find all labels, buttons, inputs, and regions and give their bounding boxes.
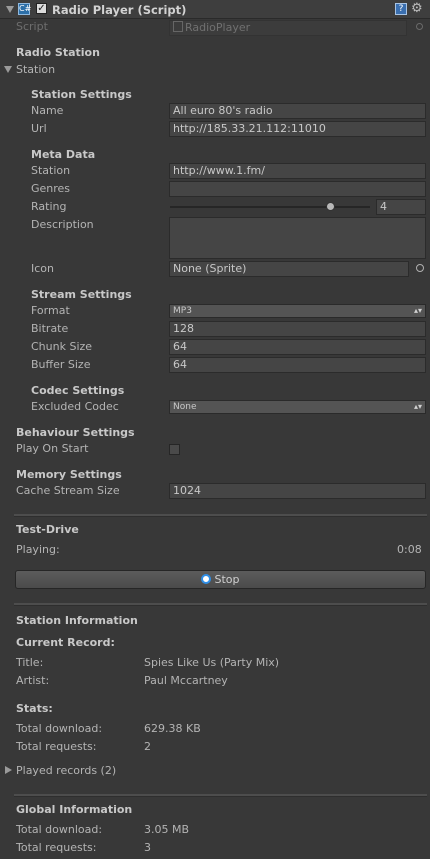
genres-label: Genres [31, 182, 71, 195]
playing-label: Playing: [16, 543, 60, 556]
played-records-foldout-icon[interactable] [5, 766, 12, 774]
script-label: Script [16, 20, 48, 33]
name-label: Name [31, 104, 64, 117]
station-url-label: Station [31, 164, 71, 177]
global-total-download-value: 3.05 MB [144, 823, 190, 836]
play-on-start-checkbox[interactable] [169, 444, 180, 455]
script-value: RadioPlayer [185, 21, 251, 34]
rating-slider-thumb[interactable] [325, 202, 335, 211]
rating-label: Rating [31, 200, 67, 213]
total-download-label: Total download: [16, 722, 103, 735]
genres-field[interactable] [169, 181, 426, 197]
behaviour-settings-heading: Behaviour Settings [16, 426, 135, 439]
title-label: Title: [16, 656, 44, 669]
stop-button-label: Stop [214, 573, 240, 586]
station-foldout-label[interactable]: Station [16, 63, 55, 76]
rating-slider-track[interactable] [170, 206, 370, 208]
global-total-download-label: Total download: [16, 823, 103, 836]
separator [14, 794, 427, 797]
artist-label: Artist: [16, 674, 50, 687]
station-foldout-arrow-icon[interactable] [4, 66, 12, 73]
cache-stream-size-field[interactable]: 1024 [169, 483, 426, 499]
component-title: Radio Player (Script) [52, 3, 187, 17]
url-field[interactable]: http://185.33.21.112:11010 [169, 121, 426, 137]
script-file-icon [173, 21, 183, 32]
test-drive-heading: Test-Drive [16, 523, 79, 536]
icon-field[interactable]: None (Sprite) [169, 261, 409, 277]
play-on-start-label: Play On Start [16, 442, 89, 455]
help-icon[interactable]: ? [395, 3, 407, 15]
bitrate-label: Bitrate [31, 322, 69, 335]
stats-label: Stats: [16, 702, 53, 715]
title-value: Spies Like Us (Party Mix) [144, 656, 280, 669]
excluded-codec-label: Excluded Codec [31, 400, 119, 413]
separator [14, 514, 427, 517]
dropdown-arrow-icon: ▴▾ [413, 306, 422, 315]
total-download-value: 629.38 KB [144, 722, 201, 735]
chunk-size-label: Chunk Size [31, 340, 93, 353]
global-total-requests-value: 3 [144, 841, 151, 854]
stop-button[interactable]: Stop [15, 570, 426, 589]
separator [14, 603, 427, 606]
gear-icon[interactable]: ⚙ [411, 1, 423, 16]
bitrate-field[interactable]: 128 [169, 321, 426, 337]
icon-picker-icon[interactable] [416, 264, 424, 272]
total-requests-label: Total requests: [16, 740, 97, 753]
played-records-foldout[interactable]: Played records (2) [16, 764, 116, 777]
codec-settings-heading: Codec Settings [31, 384, 125, 397]
global-total-requests-label: Total requests: [16, 841, 97, 854]
chunk-size-field[interactable]: 64 [169, 339, 426, 355]
station-url-field[interactable]: http://www.1.fm/ [169, 163, 426, 179]
meta-data-heading: Meta Data [31, 148, 96, 161]
description-label: Description [31, 218, 94, 231]
name-field[interactable]: All euro 80's radio [169, 103, 426, 119]
url-label: Url [31, 122, 47, 135]
script-icon: C# [18, 3, 32, 15]
description-field[interactable] [169, 217, 426, 259]
buffer-size-label: Buffer Size [31, 358, 91, 371]
object-picker-icon [416, 23, 423, 30]
excluded-codec-value: None [173, 402, 197, 412]
excluded-codec-dropdown[interactable]: None ▴▾ [169, 400, 426, 414]
dropdown-arrow-icon: ▴▾ [413, 402, 422, 411]
stream-settings-heading: Stream Settings [31, 288, 132, 301]
playing-time: 0:08 [397, 543, 422, 556]
rating-field[interactable]: 4 [376, 199, 426, 215]
format-dropdown[interactable]: MP3 ▴▾ [169, 304, 426, 318]
format-value: MP3 [173, 306, 192, 316]
cache-stream-size-label: Cache Stream Size [16, 484, 120, 497]
stop-icon [201, 574, 212, 584]
global-information-heading: Global Information [16, 803, 133, 816]
total-requests-value: 2 [144, 740, 151, 753]
buffer-size-field[interactable]: 64 [169, 357, 426, 373]
station-settings-heading: Station Settings [31, 88, 132, 101]
current-record-label: Current Record: [16, 636, 115, 649]
foldout-arrow-icon[interactable] [6, 6, 14, 13]
memory-settings-heading: Memory Settings [16, 468, 122, 481]
script-field: RadioPlayer [169, 20, 407, 36]
artist-value: Paul Mccartney [144, 674, 228, 687]
enabled-checkbox[interactable]: ✓ [36, 3, 47, 14]
radio-station-label: Radio Station [16, 46, 100, 59]
format-label: Format [31, 304, 70, 317]
station-information-heading: Station Information [16, 614, 138, 627]
icon-label: Icon [31, 262, 54, 275]
